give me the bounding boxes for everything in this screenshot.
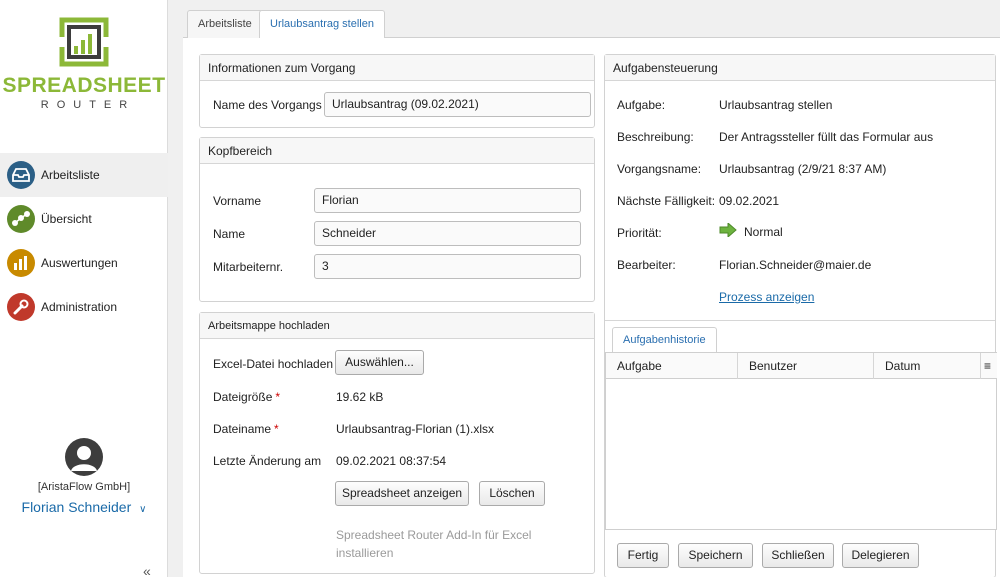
sidebar: SPREADSHEET ROUTER Arbeitsliste Übersich… bbox=[0, 0, 168, 577]
chevron-down-icon: ∨ bbox=[139, 504, 147, 515]
vorname-field[interactable]: Florian bbox=[314, 188, 581, 213]
info-panel-title: Informationen zum Vorgang bbox=[200, 55, 594, 81]
user-menu[interactable]: Florian Schneider ∨ bbox=[0, 499, 168, 515]
fertig-button[interactable]: Fertig bbox=[617, 543, 669, 568]
prioritaet-label: Priorität: bbox=[617, 226, 662, 240]
addin-text-line2: installieren bbox=[336, 546, 394, 560]
beschreibung-value: Der Antragssteller füllt das Formular au… bbox=[719, 130, 934, 144]
nav-label-uebersicht: Übersicht bbox=[41, 212, 92, 226]
logo-subtitle: ROUTER bbox=[40, 99, 136, 111]
user-silhouette-icon bbox=[71, 446, 97, 471]
filename-value: Urlaubsantrag-Florian (1).xlsx bbox=[336, 422, 495, 436]
spreadsheet-router-logo-icon bbox=[58, 17, 110, 67]
show-spreadsheet-button[interactable]: Spreadsheet anzeigen bbox=[335, 481, 469, 506]
vorgang-name-label: Name des Vorgangs bbox=[213, 98, 322, 112]
mitarbeiter-label: Mitarbeiternr. bbox=[213, 260, 284, 274]
bar-chart-icon bbox=[7, 249, 35, 277]
inbox-tray-icon bbox=[7, 161, 35, 189]
logo: SPREADSHEET ROUTER bbox=[0, 14, 168, 111]
name-label: Name bbox=[213, 227, 246, 241]
tab-arbeitsliste[interactable]: Arbeitsliste bbox=[187, 10, 263, 38]
addin-text-line1: Spreadsheet Router Add-In für Excel bbox=[336, 528, 532, 542]
tab-aufgabenhistorie[interactable]: Aufgabenhistorie bbox=[612, 327, 717, 352]
collapse-sidebar-icon[interactable]: « bbox=[143, 563, 151, 577]
bearbeiter-value: Florian.Schneider@maier.de bbox=[719, 258, 872, 272]
tab-content: Informationen zum Vorgang Name des Vorga… bbox=[183, 38, 1000, 577]
priority-arrow-icon bbox=[719, 221, 737, 240]
history-grid-header: Aufgabe Benutzer Datum ≡ bbox=[606, 353, 997, 379]
delegieren-button[interactable]: Delegieren bbox=[842, 543, 919, 568]
main-area: Arbeitsliste Urlaubsantrag stellen Infor… bbox=[183, 0, 1000, 577]
nav-label-arbeitsliste: Arbeitsliste bbox=[41, 168, 100, 182]
nav-label-auswertungen: Auswertungen bbox=[41, 256, 118, 270]
upload-panel: Arbeitsmappe hochladen Excel-Datei hochl… bbox=[199, 312, 595, 574]
speichern-button[interactable]: Speichern bbox=[678, 543, 753, 568]
faelligkeit-value: 09.02.2021 bbox=[719, 194, 780, 208]
name-field[interactable]: Schneider bbox=[314, 221, 581, 246]
user-company: [AristaFlow GmbH] bbox=[37, 481, 131, 493]
col-aufgabe[interactable]: Aufgabe bbox=[606, 353, 738, 379]
column-menu-icon[interactable]: ≡ bbox=[984, 353, 991, 379]
wrench-icon bbox=[7, 293, 35, 321]
bearbeiter-label: Bearbeiter: bbox=[617, 258, 676, 272]
vorgangsname-value: Urlaubsantrag (2/9/21 8:37 AM) bbox=[719, 162, 887, 176]
process-chain-icon bbox=[7, 205, 35, 233]
nav-label-administration: Administration bbox=[41, 300, 118, 314]
nav-item-auswertungen[interactable]: Auswertungen bbox=[0, 241, 168, 285]
excel-upload-label: Excel-Datei hochladen bbox=[213, 357, 334, 371]
mitarbeiter-field[interactable]: 3 bbox=[314, 254, 581, 279]
kopf-panel-title: Kopfbereich bbox=[200, 138, 594, 164]
vorgang-name-field[interactable]: Urlaubsantrag (09.02.2021) bbox=[324, 92, 591, 117]
task-panel: Aufgabensteuerung Aufgabe: Urlaubsantrag… bbox=[604, 54, 997, 577]
kopf-panel: Kopfbereich Vorname Florian Name Schneid… bbox=[199, 137, 595, 302]
faelligkeit-label: Nächste Fälligkeit: bbox=[617, 194, 716, 208]
col-benutzer[interactable]: Benutzer bbox=[738, 353, 874, 379]
tab-urlaubsantrag[interactable]: Urlaubsantrag stellen bbox=[259, 10, 385, 39]
choose-file-button[interactable]: Auswählen... bbox=[335, 350, 424, 375]
aufgabe-label: Aufgabe: bbox=[617, 98, 666, 112]
vorgangsname-label: Vorgangsname: bbox=[617, 162, 702, 176]
size-value: 19.62 kB bbox=[336, 390, 384, 404]
history-divider bbox=[605, 320, 995, 321]
col-datum[interactable]: Datum bbox=[874, 353, 981, 379]
beschreibung-label: Beschreibung: bbox=[617, 130, 694, 144]
logo-title: SPREADSHEET bbox=[2, 74, 166, 97]
aufgabe-value: Urlaubsantrag stellen bbox=[719, 98, 833, 112]
upload-panel-title: Arbeitsmappe hochladen bbox=[200, 313, 594, 339]
changed-value: 09.02.2021 08:37:54 bbox=[336, 454, 447, 468]
process-show-link[interactable]: Prozess anzeigen bbox=[719, 290, 814, 304]
info-panel: Informationen zum Vorgang Name des Vorga… bbox=[199, 54, 595, 128]
tab-bar: Arbeitsliste Urlaubsantrag stellen bbox=[183, 10, 1000, 39]
filename-label: Dateiname * bbox=[213, 422, 279, 436]
schliessen-button[interactable]: Schließen bbox=[762, 543, 834, 568]
user-name: Florian Schneider bbox=[21, 499, 132, 515]
user-box: [AristaFlow GmbH] Florian Schneider ∨ bbox=[0, 438, 168, 515]
nav-item-administration[interactable]: Administration bbox=[0, 285, 168, 329]
delete-button[interactable]: Löschen bbox=[479, 481, 545, 506]
size-label: Dateigröße * bbox=[213, 390, 281, 404]
nav-item-arbeitsliste[interactable]: Arbeitsliste bbox=[0, 153, 168, 197]
history-grid: Aufgabe Benutzer Datum ≡ bbox=[605, 352, 997, 530]
main-nav: Arbeitsliste Übersicht Auswertungen Admi… bbox=[0, 153, 168, 329]
avatar[interactable] bbox=[65, 438, 103, 476]
changed-label: Letzte Änderung am bbox=[213, 454, 322, 468]
prioritaet-value: Normal bbox=[744, 225, 783, 239]
task-panel-title: Aufgabensteuerung bbox=[605, 55, 995, 81]
vorname-label: Vorname bbox=[213, 194, 262, 208]
addin-install-link[interactable]: Spreadsheet Router Add-In für Excel inst… bbox=[336, 526, 531, 562]
nav-item-uebersicht[interactable]: Übersicht bbox=[0, 197, 168, 241]
